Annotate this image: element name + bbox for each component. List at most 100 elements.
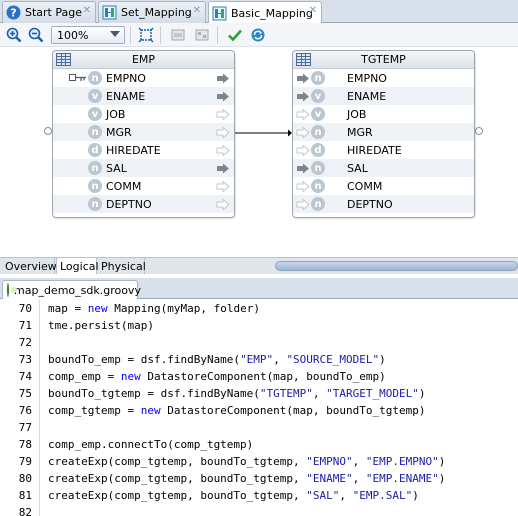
close-icon[interactable]: ✕ (83, 5, 91, 16)
output-arrow-icon[interactable] (216, 180, 230, 193)
input-arrow-icon[interactable] (296, 108, 310, 121)
input-arrow-icon[interactable] (296, 163, 310, 174)
horizontal-scrollbar[interactable] (275, 261, 518, 271)
output-arrow-icon[interactable] (216, 126, 230, 139)
fit-to-window-button[interactable] (137, 26, 155, 44)
input-port[interactable] (296, 163, 310, 177)
input-arrow-icon[interactable] (296, 144, 310, 157)
attribute-row-ename[interactable]: v ENAME (53, 87, 234, 105)
output-arrow-icon[interactable] (216, 91, 230, 102)
output-arrow-icon[interactable] (216, 144, 230, 157)
code-line[interactable]: 82 (0, 506, 518, 516)
attribute-row-comm[interactable]: n COMM (53, 177, 234, 195)
zoom-in-button[interactable] (5, 26, 23, 44)
output-port[interactable] (216, 73, 230, 87)
input-arrow-icon[interactable] (296, 126, 310, 139)
code-line[interactable]: 72 (0, 336, 518, 353)
output-port[interactable] (216, 198, 230, 213)
validate-button[interactable] (226, 26, 244, 44)
code-line[interactable]: 77 (0, 421, 518, 438)
attribute-row-hiredate[interactable]: d HIREDATE (53, 141, 234, 159)
input-port[interactable] (296, 108, 310, 123)
output-arrow-icon[interactable] (216, 73, 230, 84)
output-arrow-icon[interactable] (216, 163, 230, 174)
tab-logical[interactable]: Logical (56, 258, 99, 274)
attribute-row-sal[interactable]: n SAL (53, 159, 234, 177)
mapping-canvas[interactable]: EMP n EMPNO v ENAME v JOB n MGR d HIREDATE n SAL n CO… (0, 47, 518, 257)
attribute-row-empno[interactable]: n EMPNO (53, 69, 234, 87)
close-icon[interactable]: ✕ (309, 5, 317, 16)
zoom-out-button[interactable] (27, 26, 45, 44)
input-arrow-icon[interactable] (296, 91, 310, 102)
layout-button[interactable] (169, 26, 187, 44)
tab-start-page[interactable]: ? Start Page ✕ (2, 1, 96, 23)
tab-set-mapping[interactable]: Set_Mapping ✕ (98, 1, 206, 23)
attribute-row-ename[interactable]: v ENAME (293, 87, 474, 105)
tab-map-demo-sdk-groovy[interactable]: map_demo_sdk.groovy (2, 280, 141, 299)
input-arrow-icon[interactable] (296, 198, 310, 211)
code-line[interactable]: 71 tme.persist(map) (0, 319, 518, 336)
code-text: comp_emp = new DatastoreComponent(map, b… (48, 370, 386, 383)
fit-window-icon (138, 27, 154, 43)
attribute-row-mgr[interactable]: n MGR (53, 123, 234, 141)
auto-layout-button[interactable] (193, 26, 211, 44)
svg-text:?: ? (10, 7, 16, 20)
code-line[interactable]: 75 boundTo_tgtemp = dsf.findByName("TGTEM… (0, 387, 518, 404)
output-port[interactable] (216, 91, 230, 105)
input-port[interactable] (296, 144, 310, 159)
close-icon[interactable]: ✕ (193, 5, 201, 16)
tab-overview[interactable]: Overview (2, 258, 57, 274)
code-line[interactable]: 80 createExp(comp_tgtemp, boundTo_tgtemp,… (0, 472, 518, 489)
source-datastore-emp[interactable]: EMP n EMPNO v ENAME v JOB n MGR d HIREDATE n SAL n CO… (52, 50, 235, 218)
datatype-icon: n (88, 125, 102, 139)
attribute-row-job[interactable]: v JOB (53, 105, 234, 123)
attribute-row-deptno[interactable]: n DEPTNO (53, 195, 234, 213)
output-port[interactable] (216, 108, 230, 123)
code-line[interactable]: 79 createExp(comp_tgtemp, boundTo_tgtemp,… (0, 455, 518, 472)
input-port[interactable] (296, 73, 310, 87)
attribute-row-deptno[interactable]: n DEPTNO (293, 195, 474, 213)
layout-icon (195, 29, 209, 41)
input-port[interactable] (296, 126, 310, 141)
output-arrow-icon[interactable] (216, 108, 230, 121)
code-line[interactable]: 70 map = new Mapping(myMap, folder) (0, 302, 518, 319)
zoom-select[interactable]: 100% (51, 26, 125, 44)
attribute-name: HIREDATE (347, 143, 402, 157)
attribute-row-sal[interactable]: n SAL (293, 159, 474, 177)
datatype-icon: n (88, 161, 102, 175)
code-editor[interactable]: 70 map = new Mapping(myMap, folder) 71 tme.… (0, 300, 518, 516)
attribute-name: COMM (106, 179, 142, 193)
tab-physical[interactable]: Physical (98, 258, 146, 274)
output-port[interactable] (216, 126, 230, 141)
tab-basic-mapping[interactable]: Basic_Mapping ✕ (208, 1, 322, 24)
code-line[interactable]: 78 comp_emp.connectTo(comp_tgtemp) (0, 438, 518, 455)
code-line[interactable]: 73 boundTo_emp = dsf.findByName("EMP", "S… (0, 353, 518, 370)
code-text: createExp(comp_tgtemp, boundTo_tgtemp, "… (48, 455, 446, 468)
refresh-button[interactable] (249, 26, 267, 44)
attribute-name: COMM (347, 179, 383, 193)
output-port[interactable] (216, 180, 230, 195)
output-connector-point[interactable] (475, 127, 483, 135)
output-port[interactable] (216, 163, 230, 177)
output-arrow-icon[interactable] (216, 198, 230, 211)
line-number: 70 (18, 302, 32, 315)
datatype-icon: n (88, 197, 102, 211)
input-port[interactable] (296, 91, 310, 105)
attribute-row-hiredate[interactable]: d HIREDATE (293, 141, 474, 159)
input-port[interactable] (296, 198, 310, 213)
target-datastore-tgtemp[interactable]: TGTEMP n EMPNO v ENAME v JOB n MGR d HIREDATE n SAL… (292, 50, 475, 218)
attribute-row-mgr[interactable]: n MGR (293, 123, 474, 141)
attribute-row-empno[interactable]: n EMPNO (293, 69, 474, 87)
attribute-row-job[interactable]: v JOB (293, 105, 474, 123)
code-line[interactable]: 81 createExp(comp_tgtemp, boundTo_tgtemp,… (0, 489, 518, 506)
input-connector-point[interactable] (44, 127, 52, 135)
attribute-row-comm[interactable]: n COMM (293, 177, 474, 195)
input-port[interactable] (296, 180, 310, 195)
input-arrow-icon[interactable] (296, 73, 310, 84)
attribute-list: n EMPNO v ENAME v JOB n MGR d HIREDATE n SAL n COMM n D… (53, 69, 234, 213)
code-line[interactable]: 76 comp_tgtemp = new DatastoreComponent(m… (0, 404, 518, 421)
output-port[interactable] (216, 144, 230, 159)
code-line[interactable]: 74 comp_emp = new DatastoreComponent(map,… (0, 370, 518, 387)
input-arrow-icon[interactable] (296, 180, 310, 193)
line-number: 82 (18, 506, 32, 516)
